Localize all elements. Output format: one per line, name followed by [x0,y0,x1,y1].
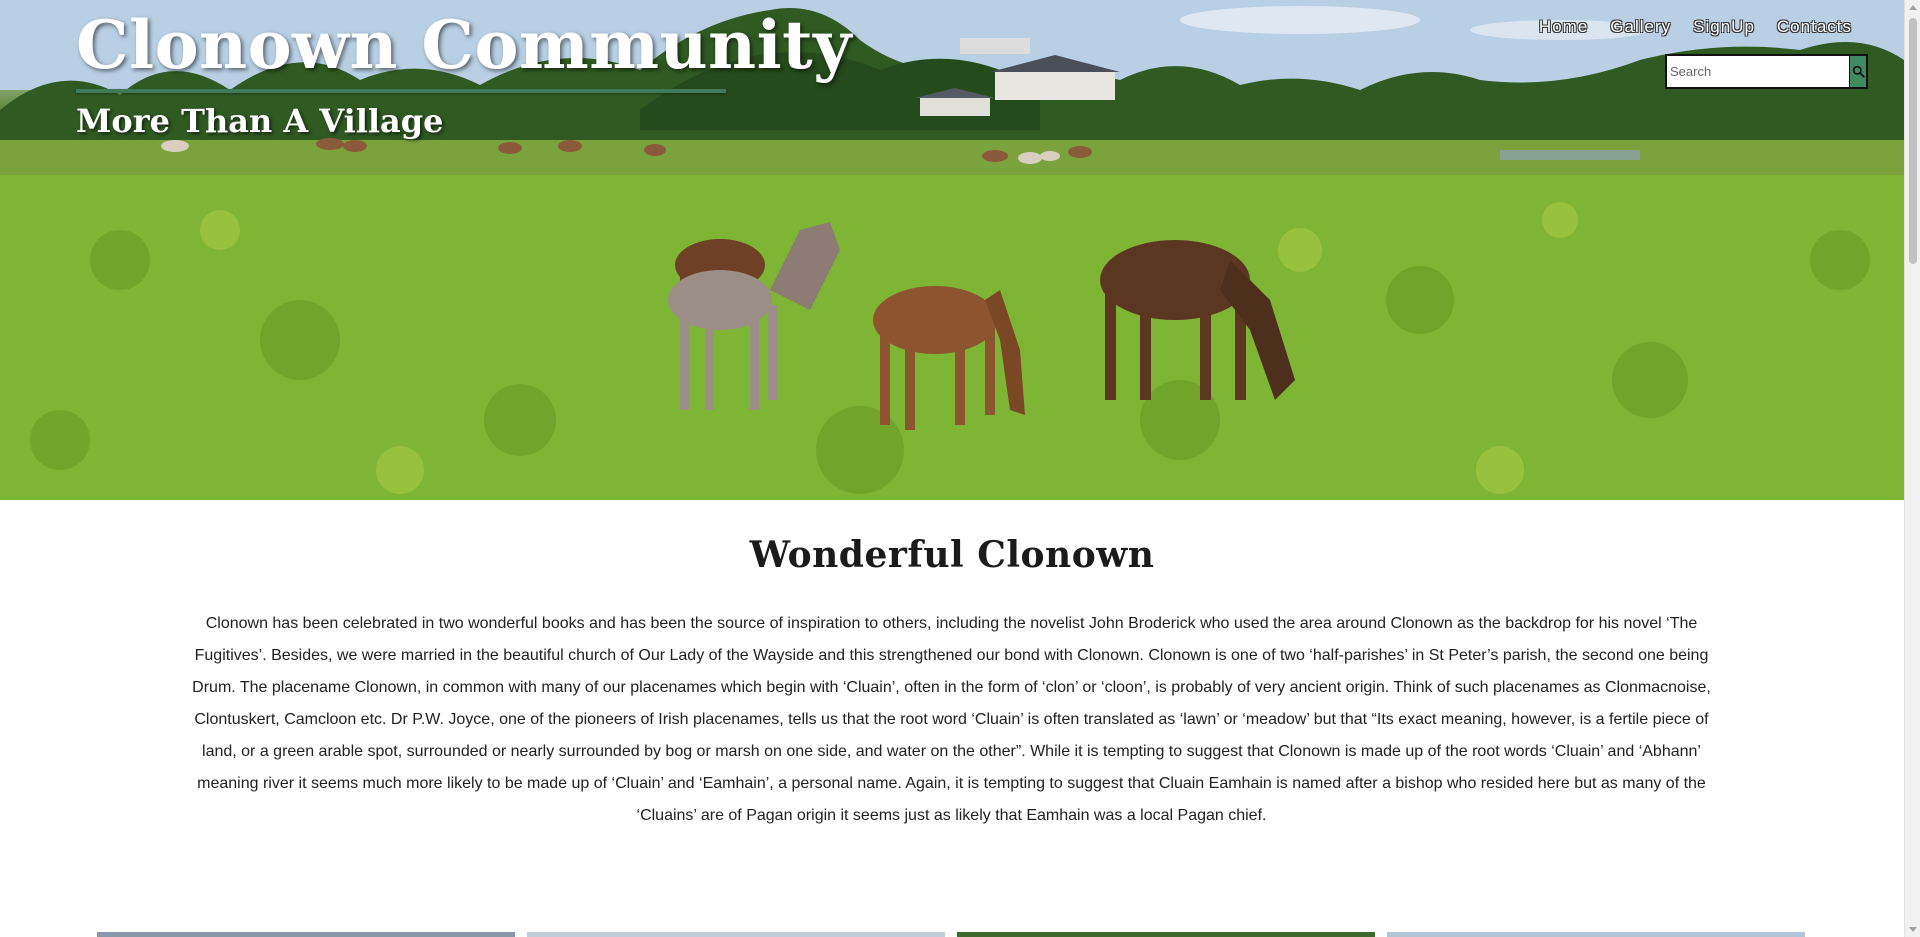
search-input[interactable] [1667,56,1849,87]
nav-home-link[interactable]: Home [1539,17,1588,37]
scroll-up-icon[interactable] [1909,5,1917,10]
gallery-thumbnail[interactable] [97,932,515,937]
search-form [1665,54,1868,89]
gallery-thumbnails [97,932,1807,937]
search-icon [1852,65,1865,78]
title-divider [76,89,726,93]
nav-gallery-link[interactable]: Gallery [1610,17,1671,37]
nav-contacts-link[interactable]: Contacts [1777,17,1852,37]
main-navigation: Home Gallery SignUp Contacts [1517,17,1852,37]
nav-signup-link[interactable]: SignUp [1693,17,1755,37]
site-title[interactable]: Clonown Community [76,6,852,84]
hero-banner: Clonown Community More Than A Village Ho… [0,0,1904,500]
scroll-down-icon[interactable] [1909,927,1917,932]
site-tagline: More Than A Village [76,102,444,140]
gallery-thumbnail[interactable] [1387,932,1805,937]
scrollbar-thumb[interactable] [1909,18,1917,264]
gallery-thumbnail[interactable] [527,932,945,937]
vertical-scrollbar[interactable] [1904,0,1920,937]
gallery-thumbnail[interactable] [957,932,1375,937]
intro-paragraph: Clonown has been celebrated in two wonde… [192,615,1711,824]
page-heading: Wonderful Clonown [749,534,1155,576]
search-button[interactable] [1849,56,1866,87]
